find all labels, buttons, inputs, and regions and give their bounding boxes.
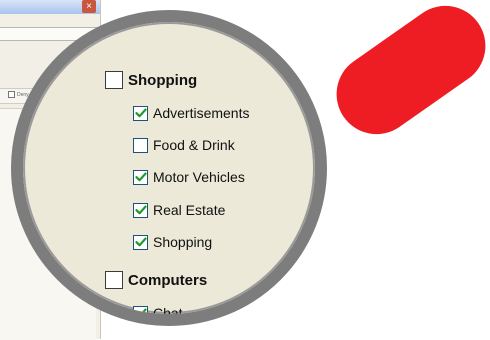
subcategory-chat[interactable]: Chat xyxy=(133,305,183,321)
category-shopping[interactable]: Shopping xyxy=(105,71,197,89)
checkbox-advertisements[interactable] xyxy=(133,105,148,121)
category-label: Computers xyxy=(128,271,208,289)
close-icon[interactable]: × xyxy=(82,0,96,13)
subcategory-label: Chat xyxy=(153,305,183,321)
checkbox-computers-group[interactable] xyxy=(105,271,123,289)
checkbox-real-estate[interactable] xyxy=(133,202,148,218)
magnifier-loupe: Shopping Advertisements Food & Drink Mot… xyxy=(11,10,327,326)
checkmark-icon xyxy=(134,108,147,118)
category-label: Shopping xyxy=(128,71,198,89)
checkbox-shopping-group[interactable] xyxy=(105,71,123,89)
checkmark-icon xyxy=(134,205,147,215)
red-pill-graphic xyxy=(320,0,490,150)
subcategory-label: Shopping xyxy=(153,234,213,250)
subcategory-label: Advertisements xyxy=(153,105,250,121)
category-computers[interactable]: Computers xyxy=(105,271,207,289)
checkmark-icon xyxy=(134,237,147,247)
checkbox-food-drink[interactable] xyxy=(133,137,148,153)
subcategory-real-estate[interactable]: Real Estate xyxy=(133,202,225,218)
checkbox-chat[interactable] xyxy=(133,305,148,314)
subcategory-label: Real Estate xyxy=(153,202,226,218)
subcategory-shopping[interactable]: Shopping xyxy=(133,234,212,250)
checkmark-icon xyxy=(134,308,147,314)
deny-option[interactable]: Deny xyxy=(8,91,29,98)
subcategory-motor-vehicles[interactable]: Motor Vehicles xyxy=(133,169,245,185)
subcategory-food-drink[interactable]: Food & Drink xyxy=(133,137,235,153)
subcategory-advertisements[interactable]: Advertisements xyxy=(133,105,249,121)
subcategory-label: Motor Vehicles xyxy=(153,169,245,185)
checkmark-icon xyxy=(134,172,147,182)
subcategory-label: Food & Drink xyxy=(153,137,235,153)
checkbox-shopping[interactable] xyxy=(133,234,148,250)
checkbox-motor-vehicles[interactable] xyxy=(133,169,148,185)
deny-checkbox[interactable] xyxy=(8,91,15,98)
